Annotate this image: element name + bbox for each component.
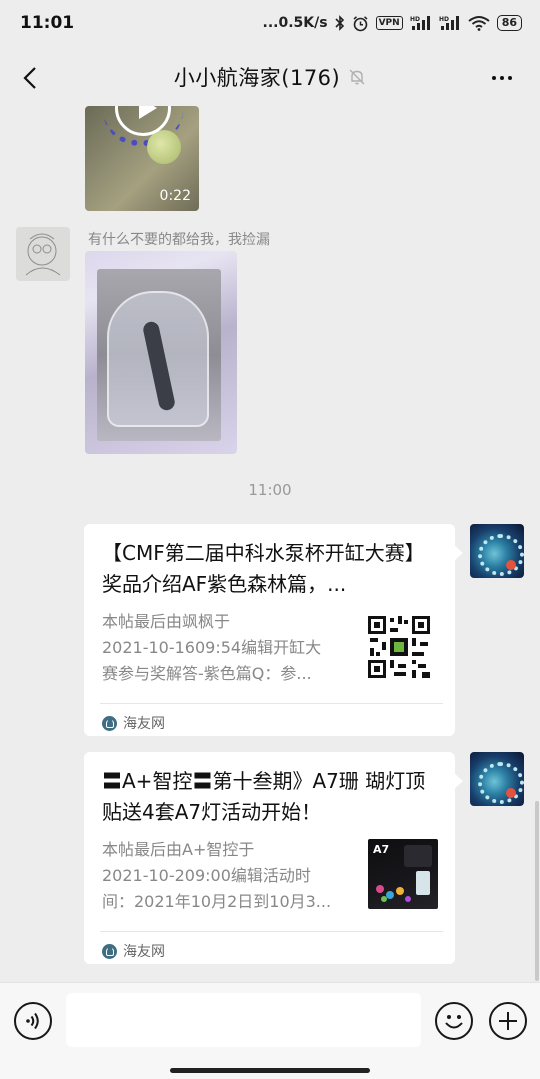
- signal-hd-icon-2: HD: [439, 16, 459, 30]
- thumb-label: A7: [373, 843, 389, 856]
- message-input[interactable]: [66, 993, 421, 1047]
- wifi-icon: [468, 16, 490, 31]
- sender-caption: 有什么不要的都给我，我捡漏: [88, 232, 270, 248]
- alarm-icon: [353, 15, 368, 31]
- video-message[interactable]: 0:22: [85, 106, 199, 211]
- card-desc-line: 2021-10-209:00编辑活动时: [102, 866, 311, 885]
- card-divider: [100, 931, 443, 932]
- chat-title-wrap: 小小航海家(176): [0, 62, 540, 92]
- card-desc-line: 赛参与奖解答-紫色篇Q：参...: [102, 664, 312, 683]
- sketch-avatar-icon: [16, 227, 70, 281]
- chat-header: 小小航海家(176): [0, 50, 540, 106]
- input-bar: [0, 982, 540, 1079]
- vpn-badge: VPN: [375, 16, 403, 30]
- status-bar: 11:01 ...0.5K/s VPN HD HD 86: [0, 0, 540, 46]
- signal-hd-icon: HD: [410, 16, 430, 30]
- svg-text:HD: HD: [410, 16, 420, 23]
- product-thumbnail: A7: [368, 839, 438, 909]
- card-desc-line: 本帖最后由A+智控于: [102, 840, 255, 859]
- source-logo-icon: [102, 943, 117, 959]
- link-card[interactable]: 〓A+智控〓第十叁期》A7珊 瑚灯顶贴送4套A7灯活动开始！ 本帖最后由A+智控…: [84, 752, 463, 964]
- card-desc-line: 间：2021年10月2日到10月3...: [102, 892, 332, 911]
- link-card[interactable]: 【CMF第二届中科水泵杯开缸大赛】奖品介绍AF紫色森林篇，... 本帖最后由飒枫…: [84, 524, 463, 736]
- emoji-button[interactable]: [435, 1002, 473, 1040]
- image-message[interactable]: [85, 251, 237, 454]
- chat-title: 小小航海家(176): [173, 66, 341, 90]
- message-list[interactable]: 0:22 有什么不要的都给我，我捡漏 11:00 【CMF第二届中科水泵杯开缸大…: [0, 106, 540, 982]
- card-source: 海友网: [102, 713, 165, 733]
- smiley-icon: [445, 1015, 463, 1029]
- more-functions-button[interactable]: [489, 1002, 527, 1040]
- time-divider: 11:00: [248, 481, 292, 499]
- battery-indicator: 86: [496, 15, 522, 31]
- card-title: 〓A+智控〓第十叁期》A7珊 瑚灯顶贴送4套A7灯活动开始！: [102, 769, 426, 824]
- video-duration: 0:22: [159, 188, 191, 204]
- more-options-button[interactable]: [486, 64, 518, 92]
- svg-text:HD: HD: [439, 16, 449, 23]
- scrollbar[interactable]: [535, 801, 539, 981]
- voice-icon: [26, 1012, 39, 1030]
- card-desc-line: 本帖最后由飒枫于: [102, 612, 231, 631]
- card-desc-line: 2021-10-1609:54编辑开缸大: [102, 638, 322, 657]
- voice-input-button[interactable]: [14, 1002, 52, 1040]
- qr-code-icon: [368, 616, 438, 686]
- card-divider: [100, 703, 443, 704]
- sender-avatar[interactable]: [16, 227, 70, 281]
- home-indicator[interactable]: [170, 1068, 370, 1073]
- status-icons: ...0.5K/s VPN HD HD 86: [263, 15, 522, 32]
- network-speed: ...0.5K/s: [262, 15, 328, 31]
- card-source: 海友网: [102, 941, 165, 961]
- bluetooth-icon: [335, 15, 344, 31]
- mute-bell-icon: [349, 69, 365, 85]
- card-source-name: 海友网: [123, 944, 165, 960]
- my-avatar[interactable]: [470, 524, 524, 578]
- card-source-name: 海友网: [123, 716, 165, 732]
- my-avatar[interactable]: [470, 752, 524, 806]
- status-time: 11:01: [20, 13, 75, 33]
- card-title: 【CMF第二届中科水泵杯开缸大赛】奖品介绍AF紫色森林篇，...: [102, 541, 425, 596]
- source-logo-icon: [102, 715, 117, 731]
